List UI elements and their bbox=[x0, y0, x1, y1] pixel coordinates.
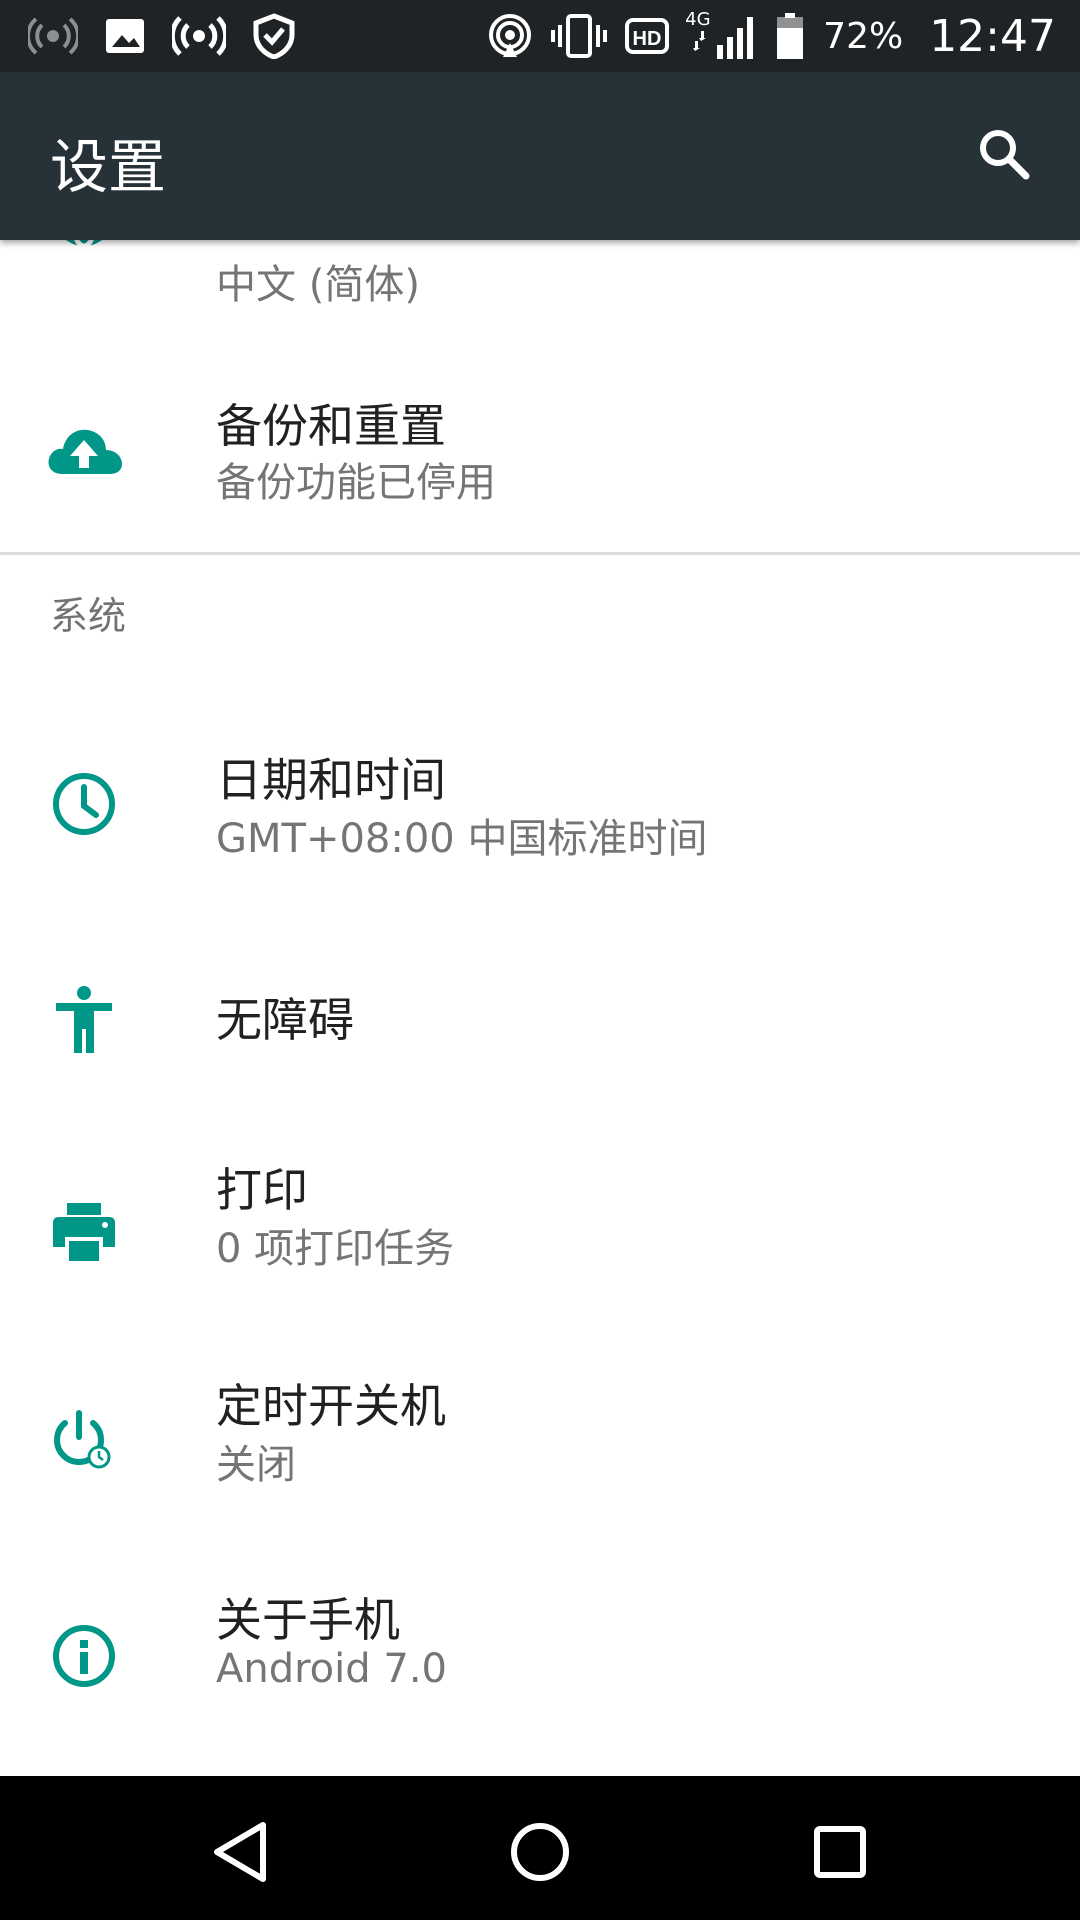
signal-icon: 4G bbox=[685, 9, 757, 61]
scheduled-power-title: 定时开关机 bbox=[216, 1379, 446, 1433]
accessibility-title: 无障碍 bbox=[216, 993, 354, 1047]
cloud-upload-icon bbox=[42, 408, 126, 492]
home-icon bbox=[511, 1823, 569, 1881]
scheduled-power-summary: 关闭 bbox=[216, 1442, 296, 1488]
scheduled-power-icon bbox=[42, 1400, 126, 1484]
settings-item-about-phone[interactable]: 关于手机 Android 7.0 bbox=[0, 1593, 1080, 1770]
print-summary: 0 项打印任务 bbox=[216, 1226, 455, 1272]
navigation-bar bbox=[0, 1776, 1080, 1920]
date-time-summary: GMT+08:00 中国标准时间 bbox=[216, 816, 708, 862]
clock-time: 12:47 bbox=[929, 10, 1056, 62]
settings-item-scheduled-power[interactable]: 定时开关机 关闭 bbox=[0, 1370, 1080, 1570]
settings-item-date-time[interactable]: 日期和时间 GMT+08:00 中国标准时间 bbox=[0, 700, 1080, 900]
language-summary: 中文 (简体) bbox=[216, 262, 420, 308]
shield-icon bbox=[252, 13, 296, 59]
settings-item-language[interactable]: 中文 (简体) bbox=[0, 240, 1080, 360]
battery-icon bbox=[775, 11, 805, 61]
about-phone-title: 关于手机 bbox=[216, 1593, 400, 1647]
clock-icon bbox=[42, 762, 126, 846]
settings-item-backup[interactable]: 备份和重置 备份功能已停用 bbox=[0, 360, 1080, 548]
recents-icon bbox=[814, 1826, 866, 1878]
battery-percent: 72% bbox=[823, 15, 904, 57]
backup-summary: 备份功能已停用 bbox=[216, 460, 496, 506]
backup-title: 备份和重置 bbox=[216, 399, 446, 453]
network-type-label: 4G bbox=[685, 9, 711, 30]
settings-item-accessibility[interactable]: 无障碍 bbox=[0, 920, 1080, 1100]
section-header-system: 系统 bbox=[50, 594, 127, 638]
image-icon bbox=[104, 15, 146, 57]
print-icon bbox=[42, 1190, 126, 1274]
back-button[interactable] bbox=[200, 1812, 280, 1892]
settings-item-print[interactable]: 打印 0 项打印任务 bbox=[0, 1160, 1080, 1360]
airplay-icon bbox=[487, 13, 533, 59]
app-bar: 设置 bbox=[0, 72, 1080, 240]
settings-list: 中文 (简体) 备份和重置 备份功能已停用 系统 日期和时间 GMT+08:00… bbox=[0, 240, 1080, 1776]
search-button[interactable] bbox=[972, 122, 1036, 186]
language-icon bbox=[42, 240, 126, 258]
search-icon bbox=[980, 130, 1030, 180]
page-title: 设置 bbox=[50, 133, 167, 201]
home-button[interactable] bbox=[500, 1812, 580, 1892]
date-time-title: 日期和时间 bbox=[216, 753, 446, 807]
status-bar: HD 4G 72% 12:47 bbox=[0, 0, 1080, 72]
back-icon bbox=[214, 1822, 266, 1882]
svg-text:HD: HD bbox=[633, 28, 662, 50]
print-title: 打印 bbox=[216, 1163, 308, 1217]
hotspot-icon bbox=[172, 13, 226, 59]
info-icon bbox=[42, 1614, 126, 1698]
recents-button[interactable] bbox=[800, 1812, 880, 1892]
about-phone-summary: Android 7.0 bbox=[216, 1646, 447, 1692]
hd-icon: HD bbox=[625, 16, 670, 56]
accessibility-icon bbox=[42, 978, 126, 1062]
vibrate-icon bbox=[551, 13, 608, 59]
wifi-off-icon bbox=[28, 11, 78, 61]
section-divider bbox=[0, 552, 1080, 555]
